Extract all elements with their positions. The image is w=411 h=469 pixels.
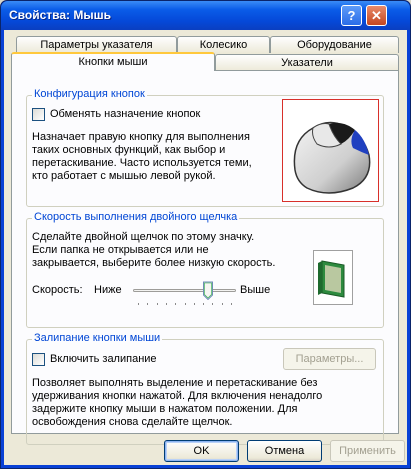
tab-label: Оборудование: [297, 39, 372, 51]
speed-slider[interactable]: [133, 279, 236, 309]
cancel-button[interactable]: Отмена: [247, 440, 322, 462]
tab-label: Параметры указателя: [40, 39, 153, 51]
group-title: Конфигурация кнопок: [32, 88, 147, 100]
config-desc-line: таких основных функций, как выбор и: [32, 144, 226, 156]
slider-tick: [184, 303, 186, 305]
close-button[interactable]: ✕: [366, 5, 387, 26]
click-lock-settings-button[interactable]: Параметры...: [283, 348, 376, 370]
slider-tick: [156, 303, 158, 305]
config-desc-line: перетаскивание. Часто используется теми,: [32, 157, 252, 169]
slider-tick: [147, 303, 149, 305]
group-title: Скорость выполнения двойного щелчка: [32, 211, 240, 223]
slider-tick: [193, 303, 195, 305]
close-icon: ✕: [371, 8, 382, 23]
button-label: Применить: [339, 445, 396, 457]
dblclick-desc-line: Если папка не открывается или не: [32, 244, 209, 256]
mouse-preview: [282, 99, 379, 202]
button-config-group: Конфигурация кнопок Обменять назначение …: [26, 88, 384, 207]
tab-buttons[interactable]: Кнопки мыши: [11, 52, 215, 71]
speed-fast-label: Выше: [240, 284, 271, 296]
tab-label: Указатели: [281, 57, 333, 69]
config-desc-line: Назначает правую кнопку для выполнения: [32, 131, 250, 143]
slider-track: [133, 289, 236, 292]
window-title: Свойства: Мышь: [9, 8, 111, 22]
swap-buttons-label[interactable]: Обменять назначение кнопок: [50, 108, 200, 121]
tab-hardware[interactable]: Оборудование: [270, 36, 399, 53]
test-folder-box[interactable]: [313, 250, 353, 305]
slider-tick: [165, 303, 167, 305]
tab-wheel[interactable]: Колесико: [177, 36, 270, 53]
button-label: Параметры...: [295, 353, 364, 365]
slider-tick: [175, 303, 177, 305]
slider-tick: [203, 303, 205, 305]
help-icon: ?: [347, 8, 356, 23]
click-lock-label[interactable]: Включить залипание: [50, 353, 157, 366]
title-bar[interactable]: Свойства: Мышь ? ✕: [1, 1, 410, 30]
dialog-client: Параметры указателя Колесико Оборудовани…: [4, 30, 407, 465]
tab-pointer-options[interactable]: Параметры указателя: [16, 36, 177, 53]
button-label: Отмена: [264, 445, 305, 457]
dblclick-desc-line: Сделайте двойной щелчок по этому значку.: [32, 231, 255, 243]
tab-label: Колесико: [199, 39, 248, 51]
apply-button[interactable]: Применить: [330, 440, 405, 462]
help-button[interactable]: ?: [341, 5, 362, 26]
slider-tick: [221, 303, 223, 305]
tab-pointers[interactable]: Указатели: [215, 54, 399, 71]
slider-tick: [231, 303, 232, 305]
slider-thumb[interactable]: [202, 281, 213, 301]
folder-icon: [318, 260, 345, 298]
mouse-icon: [293, 121, 371, 194]
double-click-group: Скорость выполнения двойного щелчка Сдел…: [26, 211, 384, 328]
clicklock-desc-line: задержите кнопку мыши в нажатом положени…: [32, 403, 298, 415]
click-lock-group: Залипание кнопки мыши Включить залипание…: [26, 332, 384, 445]
clicklock-desc-line: удерживания кнопки нажатой. Для включени…: [32, 390, 323, 402]
speed-label: Скорость:: [32, 284, 83, 296]
tab-label: Кнопки мыши: [78, 56, 148, 68]
clicklock-desc-line: освобождения снова сделайте щелчок.: [32, 416, 233, 428]
dblclick-desc-line: закрывается, выберите более низкую скоро…: [32, 257, 276, 269]
button-label: OK: [193, 445, 210, 457]
mouse-properties-window: Свойства: Мышь ? ✕ Параметры указателя К…: [0, 0, 411, 469]
slider-tick: [138, 303, 139, 305]
slider-tick: [212, 303, 214, 305]
clicklock-desc-line: Позволяет выполнять выделение и перетаск…: [32, 377, 318, 389]
group-title: Залипание кнопки мыши: [32, 332, 163, 344]
swap-buttons-checkbox[interactable]: [32, 108, 45, 121]
ok-button[interactable]: OK: [164, 440, 239, 462]
tab-panel: Конфигурация кнопок Обменять назначение …: [11, 70, 399, 445]
click-lock-checkbox[interactable]: [32, 353, 45, 366]
config-desc-line: кто работает с мышью левой рукой.: [32, 170, 216, 182]
speed-slow-label: Ниже: [94, 284, 122, 296]
